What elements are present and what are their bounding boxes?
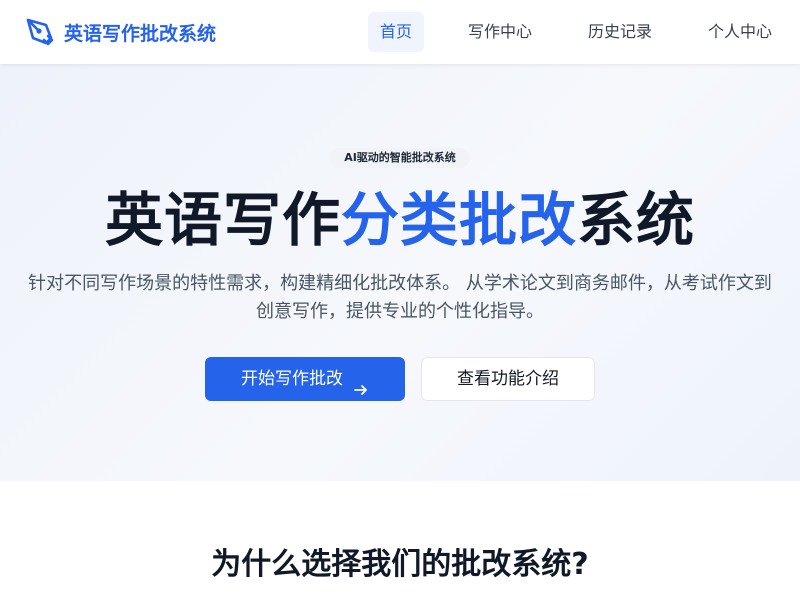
start-writing-button[interactable]: 开始写作批改 (205, 357, 405, 401)
brand-logo-link[interactable]: 英语写作批改系统 (24, 16, 216, 48)
hero-title-part1: 英语写作 (104, 186, 341, 254)
hero-title-accent: 分类批改 (340, 186, 577, 254)
nav-item-home[interactable]: 首页 (367, 12, 424, 52)
hero-badge: AI驱动的智能批改系统 (330, 148, 470, 168)
why-choose-section: 为什么选择我们的批改系统? (0, 481, 800, 600)
main-nav: 首页 写作中心 历史记录 个人中心 (367, 12, 784, 52)
pen-nib-icon (24, 16, 56, 48)
hero-section: AI驱动的智能批改系统 英语写作分类批改系统 针对不同写作场景的特性需求，构建精… (0, 64, 800, 481)
hero-description: 针对不同写作场景的特性需求，构建精细化批改体系。 从学术论文到商务邮件，从考试作… (28, 273, 772, 322)
brand-title: 英语写作批改系统 (64, 22, 217, 45)
nav-item-profile[interactable]: 个人中心 (696, 12, 784, 52)
hero-title-part2: 系统 (577, 186, 696, 254)
start-writing-button-label: 开始写作批改 (241, 369, 343, 389)
view-features-button[interactable]: 查看功能介绍 (421, 357, 595, 401)
arrow-right-icon (353, 371, 369, 395)
hero-title: 英语写作分类批改系统 (0, 182, 800, 258)
nav-item-writing-center[interactable]: 写作中心 (456, 12, 544, 52)
top-nav-bar: 英语写作批改系统 首页 写作中心 历史记录 个人中心 (0, 0, 800, 64)
nav-item-history[interactable]: 历史记录 (576, 12, 664, 52)
section-title: 为什么选择我们的批改系统? (211, 547, 589, 582)
